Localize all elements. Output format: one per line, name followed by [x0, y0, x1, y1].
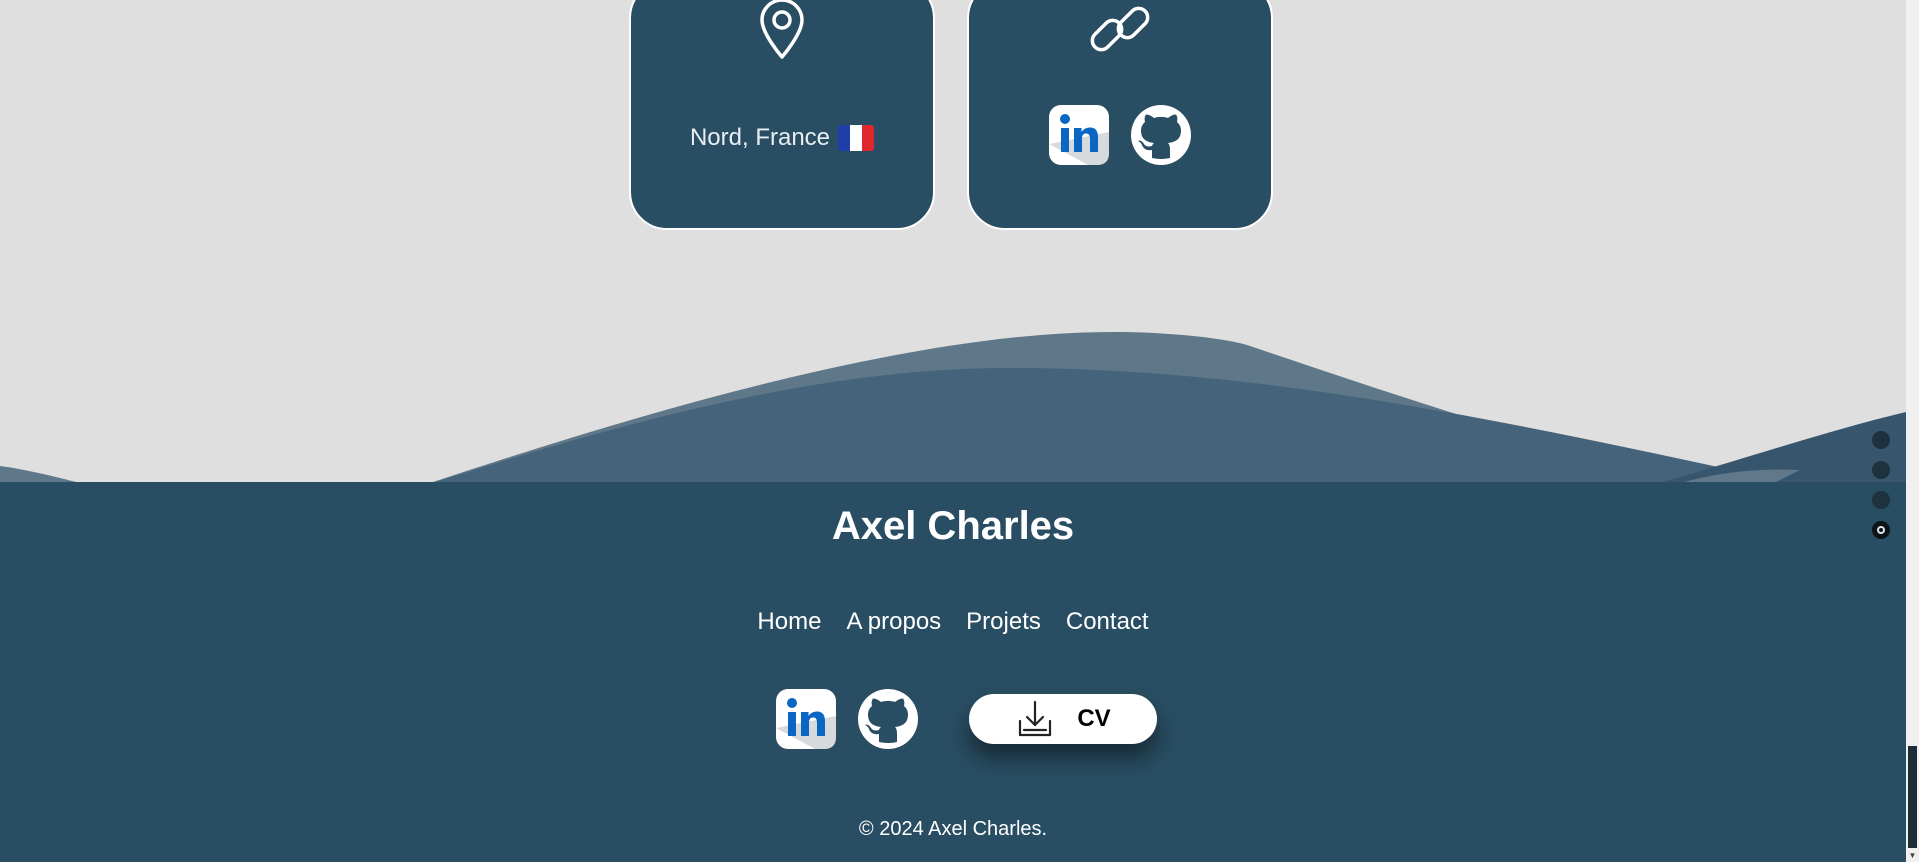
cv-label: CV — [1077, 705, 1111, 732]
site-footer: Axel Charles Home A propos Projets Conta… — [0, 482, 1919, 862]
footer-nav-about[interactable]: A propos — [846, 608, 941, 636]
location-card: Nord, France — [629, 0, 935, 230]
github-icon[interactable] — [857, 688, 919, 750]
location-info: Nord, France — [631, 124, 933, 152]
footer-social: CV — [775, 688, 1157, 750]
links-card-social — [969, 104, 1271, 166]
footer-nav-home[interactable]: Home — [757, 608, 821, 636]
section-dot-2[interactable] — [1872, 461, 1890, 479]
vertical-scrollbar[interactable]: ▼ — [1906, 0, 1919, 862]
link-chain-icon — [1090, 6, 1150, 52]
section-nav-dots — [1872, 431, 1890, 539]
scroll-down-arrow-icon[interactable]: ▼ — [1906, 850, 1919, 862]
section-dot-3[interactable] — [1872, 491, 1890, 509]
linkedin-icon[interactable] — [775, 688, 837, 750]
scrollbar-thumb[interactable] — [1908, 746, 1917, 848]
linkedin-icon[interactable] — [1048, 104, 1110, 166]
download-cv-button[interactable]: CV — [969, 694, 1157, 744]
footer-title: Axel Charles — [831, 504, 1075, 548]
github-icon[interactable] — [1130, 104, 1192, 166]
section-dot-4-active[interactable] — [1872, 521, 1890, 539]
footer-nav-contact[interactable]: Contact — [1066, 608, 1149, 636]
france-flag-icon — [838, 125, 875, 151]
copyright-text: © 2024 Axel Charles. — [858, 818, 1048, 840]
location-label: Nord, France — [689, 124, 831, 151]
wave-decoration — [0, 331, 1919, 490]
links-card — [967, 0, 1273, 230]
footer-nav-projects[interactable]: Projets — [966, 608, 1041, 636]
download-icon — [1019, 700, 1052, 737]
footer-nav: Home A propos Projets Contact — [0, 608, 1906, 636]
section-dot-1[interactable] — [1872, 431, 1890, 449]
map-pin-icon — [760, 0, 804, 59]
